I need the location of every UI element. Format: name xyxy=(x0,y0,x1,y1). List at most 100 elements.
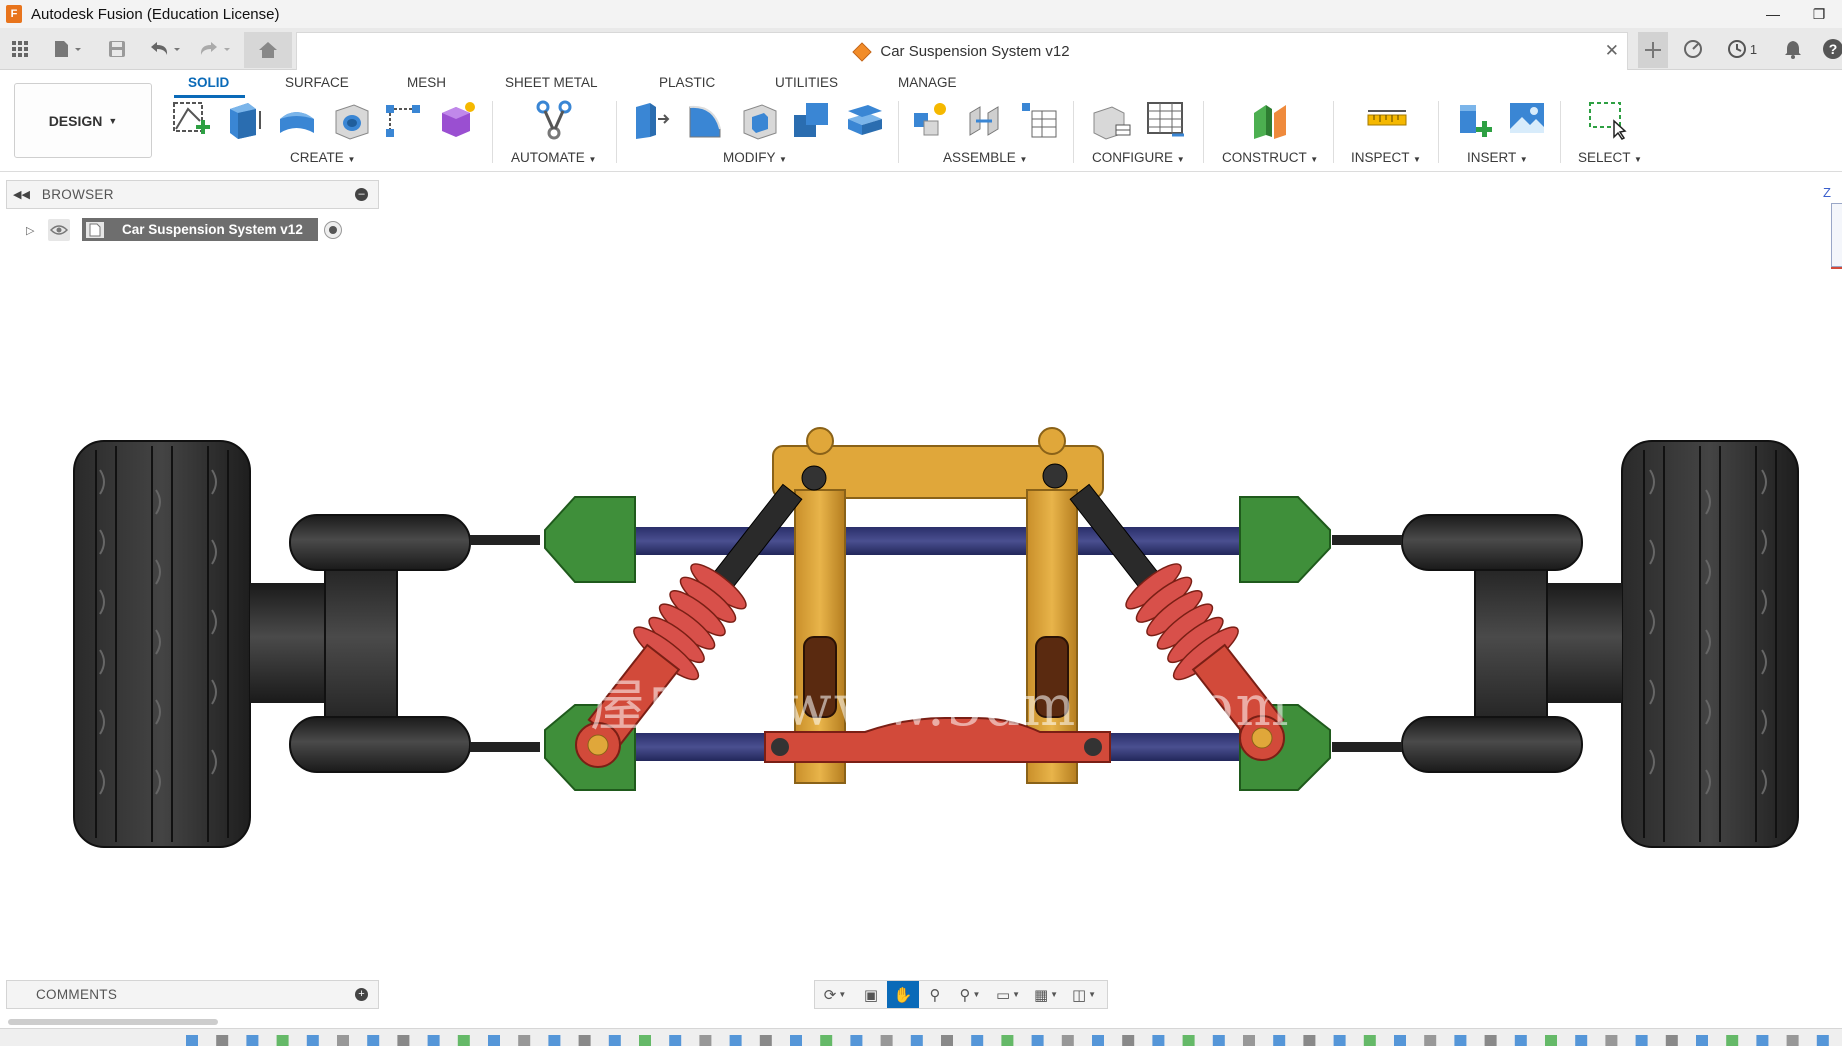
joint-icon[interactable] xyxy=(964,99,1006,141)
root-component-node[interactable]: Car Suspension System v12 xyxy=(82,218,318,241)
timeline-feature-marker[interactable] xyxy=(1182,1035,1195,1046)
grid-settings-icon[interactable]: ▦ ▼ xyxy=(1027,981,1065,1008)
tab-mesh[interactable]: MESH xyxy=(407,75,446,90)
timeline-feature-marker[interactable] xyxy=(457,1035,470,1046)
new-component-icon[interactable] xyxy=(910,99,952,141)
timeline-feature-marker[interactable] xyxy=(216,1035,229,1046)
timeline-feature-marker[interactable] xyxy=(1122,1035,1135,1046)
timeline-feature-marker[interactable] xyxy=(1454,1035,1467,1046)
timeline-feature-marker[interactable] xyxy=(1605,1035,1618,1046)
offset-face-icon[interactable] xyxy=(844,99,886,141)
help-icon[interactable]: ? xyxy=(1820,36,1842,62)
timeline-feature-marker[interactable] xyxy=(1696,1035,1708,1046)
timeline-feature-marker[interactable] xyxy=(880,1035,893,1046)
display-settings-icon[interactable]: ▭ ▼ xyxy=(989,981,1027,1008)
zoom-window-icon[interactable]: ⚲ ▼ xyxy=(951,981,989,1008)
insert-image-icon[interactable] xyxy=(1506,99,1548,141)
notifications-icon[interactable] xyxy=(1780,36,1806,62)
group-insert[interactable]: INSERT ▼ xyxy=(1467,150,1528,165)
timeline-feature-marker[interactable] xyxy=(1152,1035,1165,1046)
timeline-feature-marker[interactable] xyxy=(1031,1035,1044,1046)
timeline-feature-marker[interactable] xyxy=(1273,1035,1286,1046)
timeline-feature-marker[interactable] xyxy=(850,1035,863,1046)
viewports-icon[interactable]: ◫ ▼ xyxy=(1065,981,1103,1008)
hole-icon[interactable] xyxy=(330,99,372,141)
bom-icon[interactable] xyxy=(1018,99,1060,141)
timeline-feature-marker[interactable] xyxy=(1001,1035,1014,1046)
visibility-eye-icon[interactable] xyxy=(48,219,71,241)
group-configure[interactable]: CONFIGURE ▼ xyxy=(1092,150,1185,165)
group-modify[interactable]: MODIFY ▼ xyxy=(723,150,787,165)
workspace-switcher-button[interactable]: DESIGN ▼ xyxy=(14,83,152,158)
timeline-feature-marker[interactable] xyxy=(427,1035,440,1046)
extrude-icon[interactable] xyxy=(222,99,264,141)
redo-icon[interactable] xyxy=(196,36,236,62)
pan-icon[interactable]: ✋ xyxy=(887,981,919,1008)
left-tire[interactable] xyxy=(73,440,251,848)
browser-panel-header[interactable]: ◀◀ BROWSER – xyxy=(6,180,379,209)
timeline-feature-marker[interactable] xyxy=(306,1035,319,1046)
tab-manage[interactable]: MANAGE xyxy=(898,75,957,90)
combine-icon[interactable] xyxy=(790,99,832,141)
timeline-feature-icons[interactable] xyxy=(0,1029,1842,1046)
minimize-panel-icon[interactable]: – xyxy=(355,188,368,201)
browser-tree-row[interactable]: ▷ xyxy=(26,218,71,242)
tab-plastic[interactable]: PLASTIC xyxy=(659,75,715,90)
timeline-feature-marker[interactable] xyxy=(246,1035,259,1046)
form-icon[interactable] xyxy=(436,99,478,141)
group-construct[interactable]: CONSTRUCT ▼ xyxy=(1222,150,1318,165)
timeline-feature-marker[interactable] xyxy=(518,1035,531,1046)
timeline-feature-marker[interactable] xyxy=(337,1035,349,1046)
tab-utilities[interactable]: UTILITIES xyxy=(775,75,838,90)
timeline-feature-marker[interactable] xyxy=(1092,1035,1104,1046)
timeline-feature-marker[interactable] xyxy=(548,1035,561,1046)
timeline-feature-marker[interactable] xyxy=(1816,1035,1829,1046)
timeline-feature-marker[interactable] xyxy=(1635,1035,1648,1046)
timeline-feature-marker[interactable] xyxy=(820,1035,833,1046)
right-knuckle[interactable] xyxy=(1332,514,1622,773)
window-select-icon[interactable] xyxy=(1586,99,1628,141)
fillet-icon[interactable] xyxy=(684,99,726,141)
timeline-feature-marker[interactable] xyxy=(397,1035,410,1046)
timeline-feature-marker[interactable] xyxy=(608,1035,621,1046)
timeline-feature-marker[interactable] xyxy=(1756,1035,1769,1046)
tab-surface[interactable]: SURFACE xyxy=(285,75,349,90)
timeline-feature-marker[interactable] xyxy=(276,1035,289,1046)
expand-arrow-icon[interactable]: ▷ xyxy=(26,224,34,237)
construct-plane-icon[interactable] xyxy=(1250,99,1292,141)
timeline-feature-marker[interactable] xyxy=(729,1035,742,1046)
timeline-feature-marker[interactable] xyxy=(186,1035,198,1046)
comments-panel[interactable]: COMMENTS + xyxy=(6,980,379,1009)
group-assemble[interactable]: ASSEMBLE ▼ xyxy=(943,150,1027,165)
timeline-feature-marker[interactable] xyxy=(759,1035,772,1046)
minimize-icon[interactable]: — xyxy=(1750,0,1796,28)
timeline-feature-marker[interactable] xyxy=(1363,1035,1376,1046)
press-pull-icon[interactable] xyxy=(630,99,672,141)
group-create[interactable]: CREATE ▼ xyxy=(290,150,355,165)
suspension-model[interactable] xyxy=(0,173,1842,973)
timeline-feature-marker[interactable] xyxy=(578,1035,591,1046)
tab-sheet-metal[interactable]: SHEET METAL xyxy=(505,75,598,90)
group-automate[interactable]: AUTOMATE ▼ xyxy=(511,150,596,165)
zoom-icon[interactable]: ⚲ xyxy=(919,981,951,1008)
3d-viewport[interactable]: 屋内闪 www.3dmox.com xyxy=(0,173,1842,973)
right-tire[interactable] xyxy=(1621,440,1799,848)
file-icon[interactable] xyxy=(50,36,86,62)
pattern-icon[interactable] xyxy=(382,99,424,141)
config-table-icon[interactable] xyxy=(1144,99,1186,141)
online-status-icon[interactable] xyxy=(1680,36,1706,62)
undo-icon[interactable] xyxy=(146,36,186,62)
job-status-icon[interactable]: 1 xyxy=(1722,36,1762,62)
timeline-feature-marker[interactable] xyxy=(1726,1035,1739,1046)
home-icon[interactable] xyxy=(244,32,292,68)
automate-icon[interactable] xyxy=(533,99,575,141)
timeline-feature-marker[interactable] xyxy=(1484,1035,1497,1046)
save-icon[interactable] xyxy=(104,36,130,62)
timeline-feature-marker[interactable] xyxy=(1303,1035,1316,1046)
timeline-feature-marker[interactable] xyxy=(1575,1035,1588,1046)
orbit-icon[interactable]: ⟳ ▼ xyxy=(815,981,855,1008)
timeline-feature-marker[interactable] xyxy=(1424,1035,1437,1046)
close-tab-icon[interactable]: ✕ xyxy=(1605,41,1619,61)
insert-icon[interactable] xyxy=(1454,99,1496,141)
timeline-feature-marker[interactable] xyxy=(699,1035,712,1046)
